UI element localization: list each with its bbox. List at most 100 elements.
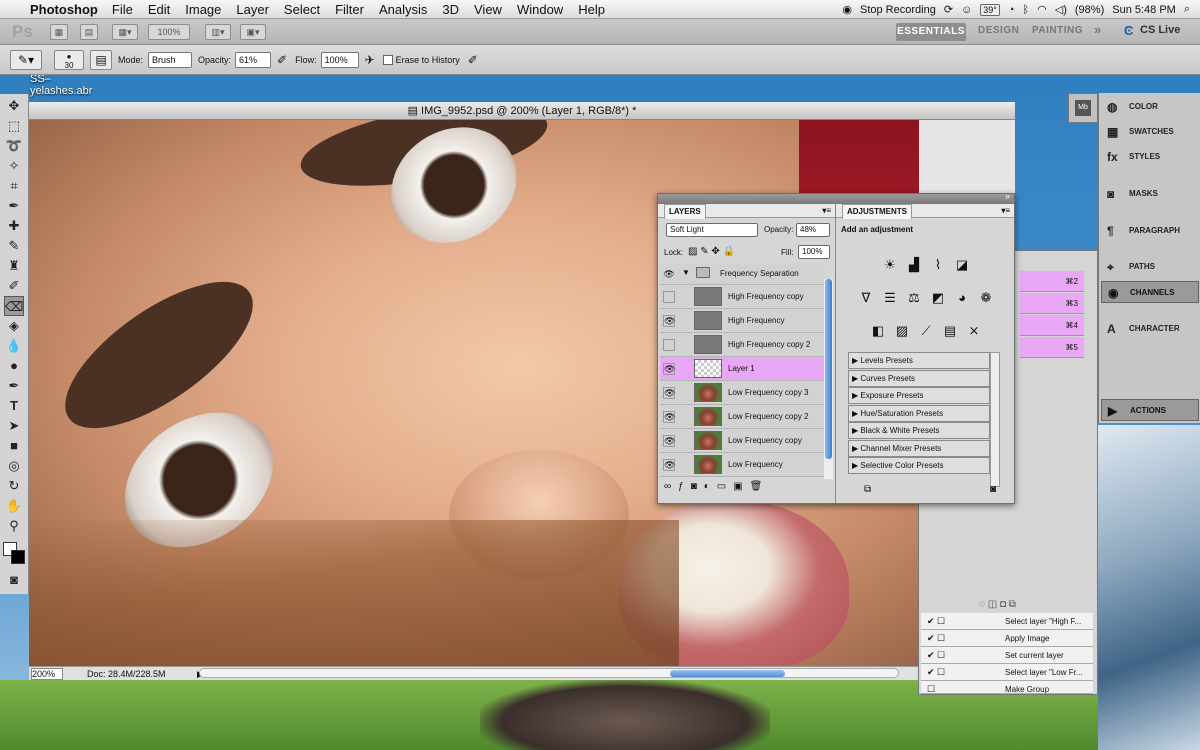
layers-panel-menu-icon[interactable]: ▾≡ [822, 204, 831, 218]
panel-masks[interactable]: ◙ MASKS [1101, 183, 1199, 205]
tab-layers[interactable]: LAYERS [664, 204, 706, 219]
panel-styles[interactable]: fx STYLES [1101, 146, 1199, 168]
3d-orbit-tool-icon[interactable]: ↻ [4, 476, 24, 496]
layer-group-row[interactable]: 👁 ▼ Frequency Separation [660, 263, 824, 285]
layer-row[interactable]: 👁 Layer 1 [660, 357, 824, 381]
visibility-eye-icon[interactable] [663, 291, 675, 303]
airbrush-icon[interactable]: ✈ [365, 53, 375, 67]
temperature-badge[interactable]: 39° [980, 3, 1000, 16]
visibility-eye-icon[interactable]: 👁 [663, 269, 675, 281]
bluetooth-icon[interactable]: ᛒ [1023, 4, 1030, 16]
adjustments-clip-icon[interactable]: ⧉ [864, 484, 871, 495]
eraser-tool-icon[interactable]: ⌫ [4, 296, 24, 316]
flow-field[interactable]: 100% [320, 51, 359, 68]
wifi-icon[interactable]: ◠ [1037, 3, 1047, 16]
hue-saturation-icon[interactable]: ☰ [881, 289, 899, 307]
stop-recording-icon[interactable]: ◉ [842, 3, 852, 16]
brush-tool-icon[interactable]: ✎ [4, 236, 24, 256]
move-tool-icon[interactable]: ✥ [4, 96, 24, 116]
action-step[interactable]: ☐ Make Group [921, 681, 1093, 694]
sync-icon[interactable]: ⟳ [944, 3, 953, 16]
clock-icon[interactable]: ◔ [1008, 4, 1015, 16]
gradient-map-icon[interactable]: ▤ [941, 322, 959, 340]
visibility-eye-icon[interactable]: 👁 [663, 315, 675, 327]
menu-image[interactable]: Image [185, 2, 221, 17]
invert-icon[interactable]: ◧ [869, 322, 887, 340]
pen-tool-icon[interactable]: ✒ [4, 376, 24, 396]
clock-label[interactable]: Sun 5:48 PM [1112, 4, 1176, 16]
curves-icon[interactable]: ⌇ [929, 256, 947, 274]
workspace-essentials[interactable]: ESSENTIALS [896, 23, 966, 41]
action-step[interactable]: ✔ ☐ Apply Image [921, 630, 1093, 647]
workspace-painting[interactable]: PAINTING [1032, 25, 1083, 36]
black-white-icon[interactable]: ◩ [929, 289, 947, 307]
menu-file[interactable]: File [112, 2, 133, 17]
preset-row[interactable]: ▶ Exposure Presets [848, 387, 990, 404]
panel-paragraph[interactable]: ¶ PARAGRAPH [1101, 220, 1199, 242]
blur-tool-icon[interactable]: 💧 [4, 336, 24, 356]
quick-selection-tool-icon[interactable]: ✧ [4, 156, 24, 176]
type-tool-icon[interactable]: T [4, 396, 24, 416]
posterize-icon[interactable]: ▨ [893, 322, 911, 340]
layer-row[interactable]: 👁 Low Frequency copy 2 [660, 405, 824, 429]
channel-blue-shortcut[interactable]: ⌘4 [1020, 315, 1084, 336]
action-step[interactable]: ✔ ☐ Set current layer [921, 647, 1093, 664]
channel-red-shortcut[interactable]: ⌘2 [1020, 271, 1084, 292]
visibility-eye-icon[interactable]: 👁 [663, 459, 675, 471]
layer-row[interactable]: 👁 Low Frequency [660, 453, 824, 477]
erase-to-history-checkbox[interactable] [382, 54, 393, 65]
action-step[interactable]: ✔ ☐ Select layer "Low Fr... [921, 664, 1093, 681]
horizontal-scrollbar[interactable] [199, 668, 899, 678]
spotlight-search-icon[interactable]: ⌕ [1184, 3, 1190, 16]
crop-tool-icon[interactable]: ⌗ [4, 176, 24, 196]
vibrance-icon[interactable]: ∇ [857, 289, 875, 307]
desktop-file-label[interactable]: SS– yelashes.abr [30, 73, 92, 97]
menu-window[interactable]: Window [517, 2, 563, 17]
panel-collapse-icon[interactable]: » [1005, 191, 1010, 201]
adjustments-mask-icon[interactable]: ◙ [990, 484, 996, 495]
cs-live-icon[interactable]: Ͼ [1124, 23, 1133, 38]
history-brush-tool-icon[interactable]: ✐ [4, 276, 24, 296]
panel-paths[interactable]: ⌖ PATHS [1101, 256, 1199, 278]
layer-fill-field[interactable]: 100% [798, 245, 830, 259]
color-balance-icon[interactable]: ⚖ [905, 289, 923, 307]
workspace-design[interactable]: DESIGN [978, 25, 1019, 36]
document-title-bar[interactable]: ▤ IMG_9952.psd @ 200% (Layer 1, RGB/8*) … [29, 102, 1015, 120]
preset-row[interactable]: ▶ Channel Mixer Presets [848, 439, 990, 457]
layer-row[interactable]: 👁 High Frequency [660, 309, 824, 333]
skype-icon[interactable]: ☺ [961, 4, 972, 16]
zoom-tool-icon[interactable]: ⚲ [4, 516, 24, 536]
opacity-field[interactable]: 61% [235, 51, 272, 68]
minibridge-panel-icon[interactable]: Mb [1068, 93, 1098, 123]
menu-select[interactable]: Select [284, 2, 320, 17]
paint-bucket-tool-icon[interactable]: ◈ [4, 316, 24, 336]
layers-footer-icons[interactable]: ∞ƒ◙◐▭▣🗑 [664, 481, 830, 492]
preset-row[interactable]: ▶ Hue/Saturation Presets [848, 404, 990, 422]
screen-mode-icon[interactable]: ▣▾ [240, 24, 266, 40]
minibridge-icon[interactable]: ▤ [80, 24, 98, 40]
preset-row[interactable]: ▶ Levels Presets [848, 352, 990, 369]
layer-row[interactable]: High Frequency copy 2 [660, 333, 824, 357]
channel-green-shortcut[interactable]: ⌘3 [1020, 293, 1084, 314]
preset-row[interactable]: ▶ Curves Presets [848, 369, 990, 387]
3d-rotate-tool-icon[interactable]: ◎ [4, 456, 24, 476]
marquee-tool-icon[interactable]: ⬚ [4, 116, 24, 136]
menu-3d[interactable]: 3D [442, 2, 459, 17]
hand-tool-icon[interactable]: ✋ [4, 496, 24, 516]
bridge-icon[interactable]: ▦ [50, 24, 68, 40]
workspace-more[interactable]: » [1094, 22, 1102, 37]
opacity-pressure-icon[interactable]: ✐ [277, 53, 287, 67]
photo-filter-icon[interactable]: ◕ [953, 289, 971, 307]
panel-character[interactable]: A CHARACTER [1101, 318, 1199, 340]
brush-panel-icon[interactable]: ▤ [90, 49, 112, 70]
layers-scrollbar[interactable] [824, 279, 833, 479]
channel-mixer-icon[interactable]: ❁ [977, 289, 995, 307]
visibility-eye-icon[interactable]: 👁 [663, 435, 675, 447]
panel-channels[interactable]: ◉ CHANNELS [1101, 281, 1199, 303]
horizontal-scroll-thumb[interactable] [670, 670, 785, 677]
arrange-documents-icon[interactable]: ▥▾ [205, 24, 231, 40]
zoom-field[interactable]: 200% [31, 668, 63, 680]
cs-live-label[interactable]: CS Live [1140, 24, 1180, 36]
dodge-tool-icon[interactable]: ● [4, 356, 24, 376]
brush-preset-picker[interactable]: ● 30 [54, 49, 84, 70]
